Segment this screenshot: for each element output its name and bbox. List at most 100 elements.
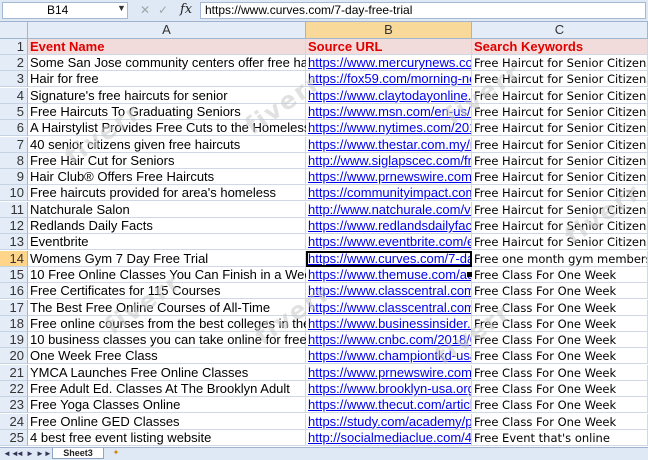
row-number[interactable]: 15: [0, 266, 28, 283]
cell-source-url[interactable]: https://www.prnewswire.com/news: [306, 364, 472, 381]
row-number[interactable]: 16: [0, 283, 28, 300]
row-number[interactable]: 6: [0, 120, 28, 137]
row-number[interactable]: 2: [0, 55, 28, 71]
cell-source-url[interactable]: https://www.thecut.com/article/: [306, 397, 472, 414]
cell-search-keywords[interactable]: Free Class For One Week: [472, 413, 648, 430]
row-number[interactable]: 1: [0, 39, 28, 55]
cell-search-keywords[interactable]: Free Class For One Week: [472, 397, 648, 414]
cell-source-url[interactable]: http://www.siglapscec.com/free: [306, 152, 472, 169]
row-number[interactable]: 17: [0, 299, 28, 316]
row-number[interactable]: 13: [0, 234, 28, 251]
header-event-name[interactable]: Event Name: [28, 39, 306, 55]
cell-event-name[interactable]: Free Yoga Classes Online: [28, 397, 306, 414]
cell-event-name[interactable]: Womens Gym 7 Day Free Trial: [28, 250, 306, 267]
cell-source-url[interactable]: http://socialmediaclue.com/4-best: [306, 429, 472, 446]
header-search-keywords[interactable]: Search Keywords: [472, 39, 648, 55]
cell-event-name[interactable]: 10 Free Online Classes You Can Finish in…: [28, 266, 340, 283]
cell-source-url[interactable]: https://www.claytodayonline.com: [306, 87, 472, 104]
cell-source-url[interactable]: http://www.natchurale.com/volunteer: [306, 201, 472, 218]
cancel-entry-icon[interactable]: ✕: [140, 3, 150, 17]
cell-event-name[interactable]: The Best Free Online Courses of All-Time: [28, 299, 306, 316]
column-header-b[interactable]: B: [306, 22, 472, 39]
cell-event-name[interactable]: Eventbrite: [28, 234, 306, 251]
row-number[interactable]: 19: [0, 332, 28, 349]
confirm-entry-icon[interactable]: ✓: [158, 3, 168, 17]
cell-source-url[interactable]: https://www.msn.com/en-us/news: [306, 103, 472, 120]
row-number[interactable]: 23: [0, 397, 28, 414]
cell-search-keywords[interactable]: Free Haircut for Senior Citizens: [472, 120, 648, 137]
cell-event-name[interactable]: Redlands Daily Facts: [28, 218, 306, 234]
cell-event-name[interactable]: Free Hair Cut for Seniors: [28, 152, 306, 169]
cell-search-keywords[interactable]: Free Class For One Week: [472, 348, 648, 365]
cell-event-name[interactable]: 10 business classes you can take online …: [28, 332, 307, 349]
cell-search-keywords[interactable]: Free Haircut for Senior Citizens: [472, 136, 648, 153]
row-number[interactable]: 3: [0, 71, 28, 88]
row-number[interactable]: 10: [0, 185, 28, 202]
cell-event-name[interactable]: Hair Club® Offers Free Haircuts: [28, 169, 306, 186]
cell-source-url[interactable]: https://www.nytimes.com/2019/: [306, 120, 472, 137]
cell-search-keywords[interactable]: Free Haircut for Senior Citizens: [472, 169, 648, 186]
fill-handle[interactable]: [467, 272, 472, 277]
cell-event-name[interactable]: Free Online GED Classes: [28, 413, 306, 430]
cell-source-url[interactable]: https://www.prnewswire.com/news: [306, 169, 472, 186]
cell-event-name[interactable]: Some San Jose community centers offer fr…: [28, 55, 339, 71]
cell-event-name[interactable]: Free Certificates for 115 Courses: [28, 283, 306, 300]
formula-input[interactable]: https://www.curves.com/7-day-free-trial: [200, 2, 646, 19]
cell-event-name[interactable]: Hair for free: [28, 71, 306, 88]
insert-function-icon[interactable]: fx: [180, 2, 192, 17]
cell-source-url[interactable]: https://www.classcentral.com/report: [306, 283, 472, 300]
cell-source-url[interactable]: https://www.classcentral.com/help: [306, 299, 472, 316]
cell-event-name[interactable]: Free online courses from the best colleg…: [28, 315, 345, 332]
cell-source-url[interactable]: https://communityimpact.com/: [306, 185, 472, 202]
cell-search-keywords[interactable]: Free Class For One Week: [472, 332, 648, 349]
row-number[interactable]: 11: [0, 201, 28, 218]
column-header-c[interactable]: C: [472, 22, 648, 39]
cell-source-url[interactable]: https://study.com/academy/popular: [306, 413, 472, 430]
cell-search-keywords[interactable]: Free Class For One Week: [472, 381, 648, 397]
cell-source-url[interactable]: https://www.thestar.com.my/metro: [306, 136, 472, 153]
cell-source-url[interactable]: https://www.redlandsdailyfacts.com: [306, 218, 472, 234]
cell-event-name[interactable]: 4 best free event listing website: [28, 429, 306, 446]
cell-search-keywords[interactable]: Free Class For One Week: [472, 364, 648, 381]
row-number[interactable]: 18: [0, 315, 28, 332]
cell-event-name[interactable]: Free Haircuts To Graduating Seniors: [28, 103, 306, 120]
cell-search-keywords[interactable]: Free Haircut for Senior Citizens: [472, 87, 648, 104]
cell-search-keywords[interactable]: Free Haircut for Senior Citizens: [472, 152, 648, 169]
name-box[interactable]: B14: [2, 2, 128, 19]
cell-source-url[interactable]: https://www.businessinsider.com/: [306, 315, 472, 332]
cell-search-keywords[interactable]: Free Event that's online: [472, 429, 648, 446]
cell-source-url[interactable]: https://www.eventbrite.com/e/: [306, 234, 472, 251]
prev-sheet-icon[interactable]: ◄: [16, 448, 24, 459]
cell-source-url[interactable]: https://fox59.com/morning-news: [306, 71, 472, 88]
cell-event-name[interactable]: One Week Free Class: [28, 348, 306, 365]
row-number[interactable]: 12: [0, 218, 28, 234]
column-header-a[interactable]: A: [28, 22, 306, 39]
cell-search-keywords[interactable]: Free one month gym membership: [472, 250, 648, 267]
cell-source-url[interactable]: https://www.mercurynews.com/: [306, 55, 472, 71]
cell-search-keywords[interactable]: Free Class For One Week: [472, 283, 648, 300]
row-number[interactable]: 9: [0, 169, 28, 186]
cell-event-name[interactable]: YMCA Launches Free Online Classes: [28, 364, 306, 381]
cell-source-url[interactable]: https://www.championtkd-usa.com: [306, 348, 472, 365]
cell-source-url[interactable]: https://www.curves.com/7-day-free-trial: [306, 250, 472, 267]
insert-sheet-icon[interactable]: ✦: [108, 448, 124, 459]
row-number[interactable]: 25: [0, 429, 28, 446]
cell-search-keywords[interactable]: Free Haircut for Senior Citizens: [472, 218, 648, 234]
last-sheet-icon[interactable]: ►►: [36, 448, 52, 459]
row-number[interactable]: 7: [0, 136, 28, 153]
row-number[interactable]: 8: [0, 152, 28, 169]
cell-event-name[interactable]: Signature's free haircuts for senior: [28, 87, 306, 104]
cell-search-keywords[interactable]: Free Class For One Week: [472, 315, 648, 332]
next-sheet-icon[interactable]: ►: [26, 448, 34, 459]
cell-event-name[interactable]: 40 senior citizens given free haircuts: [28, 136, 306, 153]
cell-search-keywords[interactable]: Free Haircut for Senior Citizens: [472, 103, 648, 120]
select-all-corner[interactable]: [0, 22, 28, 39]
cell-search-keywords[interactable]: Free Haircut for Senior Citizens: [472, 185, 648, 202]
cell-event-name[interactable]: Free haircuts provided for area's homele…: [28, 185, 306, 202]
row-number[interactable]: 5: [0, 103, 28, 120]
row-number[interactable]: 4: [0, 87, 28, 104]
row-number[interactable]: 14: [0, 250, 28, 267]
tab-sheet3[interactable]: Sheet3: [52, 448, 104, 459]
cell-event-name[interactable]: Natchurale Salon: [28, 201, 306, 218]
cell-event-name[interactable]: A Hairstylist Provides Free Cuts to the …: [28, 120, 310, 137]
